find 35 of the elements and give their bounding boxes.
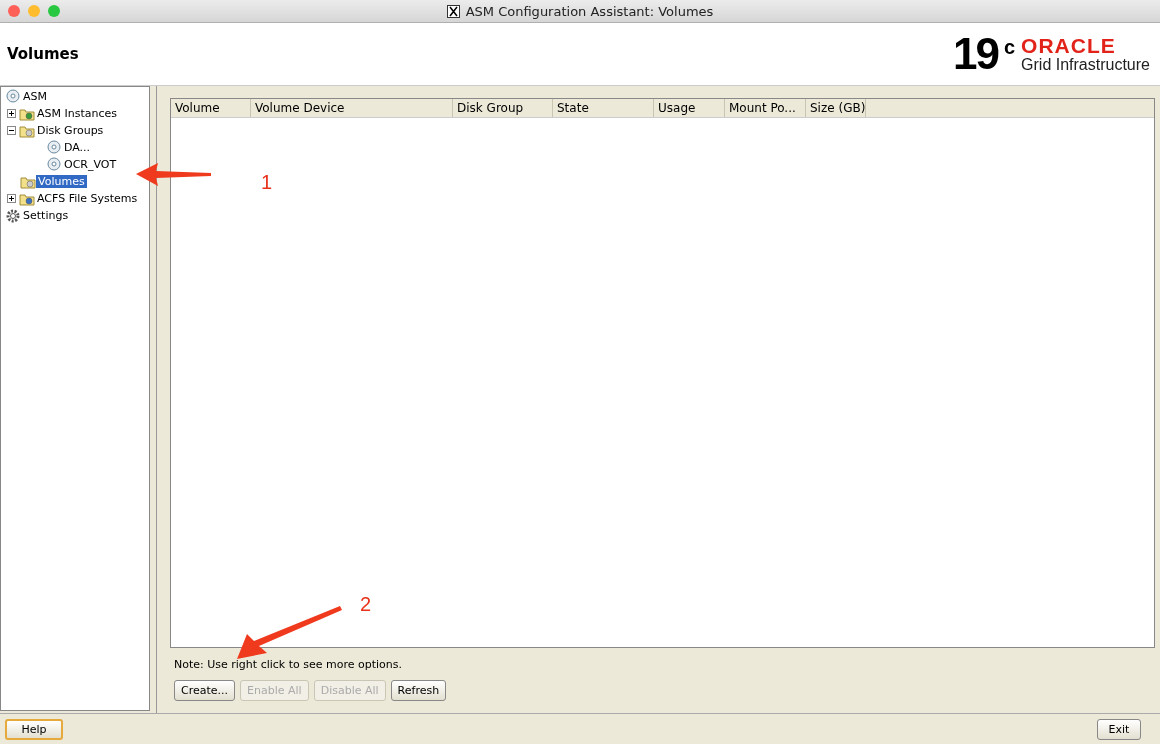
- annotation-number: 2: [360, 593, 372, 616]
- disk-icon: [46, 139, 62, 156]
- logo-version-suffix: c: [1003, 36, 1016, 59]
- tree-item[interactable]: Volumes: [36, 175, 87, 188]
- page-title: Volumes: [7, 45, 79, 63]
- tree-item[interactable]: ACFS File Systems: [35, 192, 140, 205]
- window-title: ASM Configuration Assistant: Volumes: [465, 3, 714, 19]
- tree-item[interactable]: ASM: [21, 90, 49, 103]
- tree-item[interactable]: DA...: [62, 141, 93, 154]
- help-button[interactable]: Help: [5, 718, 63, 740]
- tree-item[interactable]: Settings: [21, 209, 71, 222]
- column-header[interactable]: Volume: [171, 99, 251, 117]
- action-button[interactable]: Create...: [174, 680, 236, 701]
- collapse-toggle[interactable]: [7, 126, 16, 135]
- column-header[interactable]: Usage: [654, 99, 725, 117]
- tree-item[interactable]: OCR_VOT: [62, 158, 119, 171]
- note-text: Note: Use right click to see more options.: [174, 658, 403, 671]
- logo-brand: ORACLE: [1021, 34, 1117, 56]
- expand-toggle[interactable]: [7, 194, 16, 203]
- logo-product: Grid Infrastructure: [1021, 55, 1150, 74]
- annotation-number: 1: [261, 171, 273, 194]
- expand-toggle[interactable]: [7, 109, 16, 118]
- exit-button[interactable]: Exit: [1097, 718, 1141, 740]
- tree-item[interactable]: Disk Groups: [35, 124, 106, 137]
- column-header[interactable]: State: [553, 99, 654, 117]
- action-button[interactable]: Refresh: [390, 680, 447, 701]
- tree-item[interactable]: ASM Instances: [35, 107, 119, 120]
- column-header[interactable]: Disk Group: [453, 99, 553, 117]
- logo-version: 19: [953, 32, 998, 76]
- column-header[interactable]: Mount Po...: [725, 99, 806, 117]
- column-header[interactable]: Size (GB): [806, 99, 866, 117]
- column-header[interactable]: Volume Device: [251, 99, 453, 117]
- x-app-icon: [446, 4, 460, 18]
- gear-icon: [5, 207, 21, 224]
- disk-icon: [46, 156, 62, 173]
